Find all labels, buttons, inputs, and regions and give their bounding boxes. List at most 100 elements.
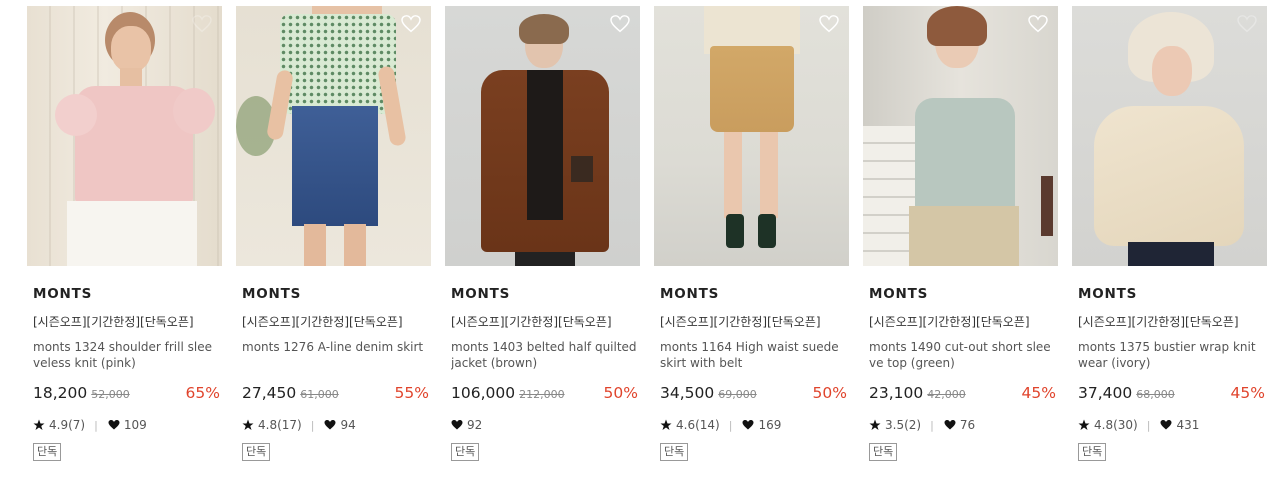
promo-tags: [시즌오프][기간한정][단독오픈] <box>242 315 403 329</box>
product-image[interactable] <box>863 6 1058 266</box>
wishlist-heart-icon[interactable] <box>1028 15 1048 33</box>
original-price: 68,000 <box>1136 388 1175 401</box>
brand-name[interactable]: MONTS <box>660 286 719 302</box>
likes-count: 76 <box>959 418 976 432</box>
rating-text: 4.6(14) <box>676 418 720 432</box>
promo-tags: [시즌오프][기간한정][단독오픈] <box>33 315 194 329</box>
heart-icon <box>944 420 956 430</box>
product-grid: MONTS [시즌오프][기간한정][단독오픈] monts 1324 shou… <box>0 0 1283 486</box>
price-block: 27,450 61,000 <box>242 384 339 402</box>
separator: | <box>728 418 733 432</box>
sale-price: 23,100 <box>869 384 924 402</box>
heart-icon <box>108 420 120 430</box>
promo-tags: [시즌오프][기간한정][단독오픈] <box>869 315 1030 329</box>
product-card[interactable]: MONTS [시즌오프][기간한정][단독오픈] monts 1403 belt… <box>445 6 640 476</box>
exclusive-badge: 단독 <box>242 443 271 461</box>
brand-name[interactable]: MONTS <box>1078 286 1137 302</box>
brand-name[interactable]: MONTS <box>869 286 928 302</box>
exclusive-badge: 단독 <box>33 443 62 461</box>
product-name[interactable]: monts 1276 A-line denim skirt <box>242 339 428 373</box>
discount-rate: 45% <box>1021 384 1056 402</box>
wishlist-heart-icon[interactable] <box>1237 15 1257 33</box>
likes-count: 169 <box>758 418 782 432</box>
rating-text: 3.5(2) <box>885 418 922 432</box>
product-name[interactable]: monts 1164 High waist suede skirt with b… <box>660 339 846 373</box>
product-image[interactable] <box>27 6 222 266</box>
product-name[interactable]: monts 1403 belted half quilted jacket (b… <box>451 339 637 373</box>
sale-price: 37,400 <box>1078 384 1133 402</box>
exclusive-badge: 단독 <box>451 443 480 461</box>
sale-price: 18,200 <box>33 384 88 402</box>
product-card[interactable]: MONTS [시즌오프][기간한정][단독오픈] monts 1276 A-li… <box>236 6 431 476</box>
review-meta: 4.8(17) | 94 <box>242 418 356 432</box>
star-icon <box>660 419 672 430</box>
likes-count: 109 <box>123 418 147 432</box>
star-icon <box>1078 419 1090 430</box>
product-card[interactable]: MONTS [시즌오프][기간한정][단독오픈] monts 1164 High… <box>654 6 849 476</box>
discount-rate: 45% <box>1230 384 1265 402</box>
exclusive-badge: 단독 <box>869 443 898 461</box>
product-image[interactable] <box>1072 6 1267 266</box>
rating-text: 4.8(30) <box>1094 418 1138 432</box>
wishlist-heart-icon[interactable] <box>819 15 839 33</box>
price-block: 23,100 42,000 <box>869 384 966 402</box>
rating-text: 4.9(7) <box>49 418 86 432</box>
separator: | <box>310 418 315 432</box>
likes-count: 92 <box>467 418 483 432</box>
original-price: 42,000 <box>927 388 966 401</box>
star-icon <box>33 419 45 430</box>
wishlist-heart-icon[interactable] <box>610 15 630 33</box>
product-image[interactable] <box>445 6 640 266</box>
heart-icon <box>1160 420 1172 430</box>
sale-price: 27,450 <box>242 384 297 402</box>
review-meta: 3.5(2) | 76 <box>869 418 975 432</box>
wishlist-heart-icon[interactable] <box>401 15 421 33</box>
brand-name[interactable]: MONTS <box>242 286 301 302</box>
promo-tags: [시즌오프][기간한정][단독오픈] <box>1078 315 1239 329</box>
review-meta: 92 <box>451 418 482 432</box>
brand-name[interactable]: MONTS <box>451 286 510 302</box>
review-meta: 4.6(14) | 169 <box>660 418 781 432</box>
original-price: 61,000 <box>300 388 339 401</box>
brand-name[interactable]: MONTS <box>33 286 92 302</box>
sale-price: 34,500 <box>660 384 715 402</box>
separator: | <box>1146 418 1151 432</box>
exclusive-badge: 단독 <box>660 443 689 461</box>
discount-rate: 65% <box>185 384 220 402</box>
price-block: 34,500 69,000 <box>660 384 757 402</box>
heart-icon <box>451 420 463 430</box>
star-icon <box>869 419 881 430</box>
original-price: 69,000 <box>718 388 757 401</box>
discount-rate: 50% <box>603 384 638 402</box>
heart-icon <box>324 420 336 430</box>
exclusive-badge: 단독 <box>1078 443 1107 461</box>
price-block: 18,200 52,000 <box>33 384 130 402</box>
discount-rate: 50% <box>812 384 847 402</box>
product-card[interactable]: MONTS [시즌오프][기간한정][단독오픈] monts 1490 cut-… <box>863 6 1058 476</box>
product-name[interactable]: monts 1490 cut-out short sleeve top (gre… <box>869 339 1055 373</box>
likes-count: 431 <box>1176 418 1200 432</box>
product-card[interactable]: MONTS [시즌오프][기간한정][단독오픈] monts 1324 shou… <box>27 6 222 476</box>
separator: | <box>930 418 934 432</box>
star-icon <box>242 419 254 430</box>
promo-tags: [시즌오프][기간한정][단독오픈] <box>660 315 821 329</box>
product-name[interactable]: monts 1324 shoulder frill sleeveless kni… <box>33 339 219 373</box>
separator: | <box>94 418 98 432</box>
review-meta: 4.9(7) | 109 <box>33 418 147 432</box>
rating-text: 4.8(17) <box>258 418 302 432</box>
sale-price: 106,000 <box>451 384 516 402</box>
price-block: 37,400 68,000 <box>1078 384 1175 402</box>
discount-rate: 55% <box>394 384 429 402</box>
product-image[interactable] <box>236 6 431 266</box>
product-image[interactable] <box>654 6 849 266</box>
heart-icon <box>742 420 754 430</box>
product-card[interactable]: MONTS [시즌오프][기간한정][단독오픈] monts 1375 bust… <box>1072 6 1267 476</box>
product-name[interactable]: monts 1375 bustier wrap knitwear (ivory) <box>1078 339 1264 373</box>
promo-tags: [시즌오프][기간한정][단독오픈] <box>451 315 612 329</box>
review-meta: 4.8(30) | 431 <box>1078 418 1199 432</box>
likes-count: 94 <box>340 418 356 432</box>
wishlist-heart-icon[interactable] <box>192 15 212 33</box>
original-price: 52,000 <box>91 388 130 401</box>
price-block: 106,000 212,000 <box>451 384 565 402</box>
original-price: 212,000 <box>519 388 565 401</box>
